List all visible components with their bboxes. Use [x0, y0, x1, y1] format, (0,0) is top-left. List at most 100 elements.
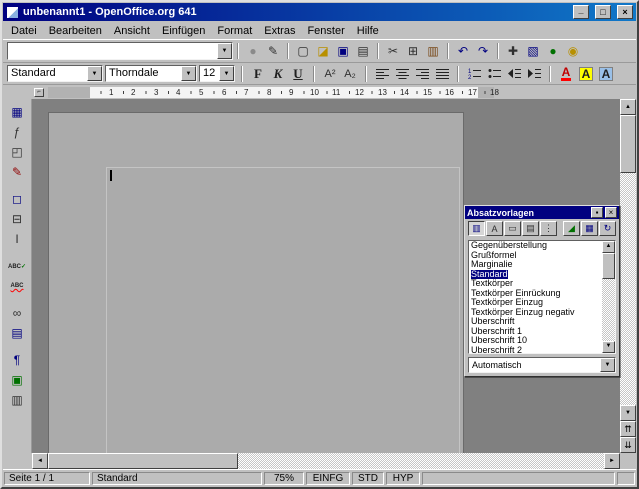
menu-item-einfuegen[interactable]: Einfügen — [156, 23, 211, 39]
horizontal-ruler[interactable]: 1 2 3 4 5 6 7 8 9 10 11 12 13 14 15 16 1… — [32, 86, 620, 99]
cut-button[interactable]: ✂ — [383, 41, 403, 61]
stop-button[interactable]: ● — [243, 41, 263, 61]
style-list-scrollbar[interactable]: ▲ ▼ — [602, 241, 615, 353]
style-filter-dropdown-button[interactable]: ▼ — [600, 358, 615, 372]
copy-button[interactable]: ⊞ — [403, 41, 423, 61]
paragraph-styles-button[interactable]: ▥ — [468, 221, 485, 236]
style-list-scroll-down-button[interactable]: ▼ — [602, 341, 615, 353]
horizontal-scrollbar[interactable]: ◄ ► — [32, 453, 620, 469]
vertical-scrollbar-thumb[interactable] — [620, 115, 636, 173]
style-list-scrollbar-thumb[interactable] — [602, 253, 615, 279]
draw-functions-button[interactable]: ✎ — [6, 162, 28, 182]
next-page-button[interactable]: ⇊ — [620, 437, 636, 453]
fill-format-mode-button[interactable]: ◢ — [563, 221, 580, 236]
paragraph-style-dropdown-button[interactable]: ▼ — [87, 66, 102, 81]
update-style-button[interactable]: ↻ — [599, 221, 616, 236]
direct-cursor-button[interactable]: I — [6, 229, 28, 249]
online-layout-button[interactable]: ▥ — [6, 390, 28, 410]
style-list-item[interactable]: Textkörper — [469, 279, 615, 289]
status-zoom[interactable]: 75% — [264, 472, 304, 485]
close-button[interactable]: × — [617, 5, 633, 19]
style-list-item[interactable]: Überschrift 10 — [469, 336, 615, 346]
numbering-styles-button[interactable]: ⋮ — [540, 221, 557, 236]
menu-item-ansicht[interactable]: Ansicht — [108, 23, 156, 39]
style-list-item[interactable]: Überschrift 1 — [469, 327, 615, 337]
hyperlink-bar-button[interactable]: ◉ — [563, 41, 583, 61]
undo-button[interactable]: ↶ — [453, 41, 473, 61]
graphics-onoff-button[interactable]: ▣ — [6, 370, 28, 390]
bold-button[interactable]: F — [249, 64, 267, 84]
style-filter-value[interactable]: Automatisch — [469, 358, 600, 372]
style-list-item[interactable]: Grußformel — [469, 251, 615, 261]
form-functions-button[interactable]: ◻ — [6, 189, 28, 209]
previous-page-button[interactable]: ⇈ — [620, 421, 636, 437]
autotext-button[interactable]: ⊟ — [6, 209, 28, 229]
style-list-item[interactable]: Textkörper Einzug negativ — [469, 308, 615, 318]
font-color-button[interactable]: A — [557, 64, 575, 84]
justify-button[interactable] — [433, 64, 451, 84]
save-document-button[interactable]: ▣ — [333, 41, 353, 61]
paragraph-style-value[interactable]: Standard — [8, 66, 87, 81]
paste-button[interactable]: ▥ — [423, 41, 443, 61]
horizontal-scrollbar-thumb[interactable] — [48, 453, 238, 469]
auto-spellcheck-button[interactable]: ABC — [6, 276, 28, 296]
redo-button[interactable]: ↷ — [473, 41, 493, 61]
stylist-close-button[interactable]: × — [605, 207, 617, 218]
subscript-button[interactable]: A₂ — [341, 64, 359, 84]
increase-indent-button[interactable] — [525, 64, 543, 84]
menu-item-extras[interactable]: Extras — [258, 23, 301, 39]
insert-object-button[interactable]: ◰ — [6, 142, 28, 162]
insert-button[interactable]: ▦ — [6, 102, 28, 122]
style-list-item[interactable]: Überschrift — [469, 317, 615, 327]
spellcheck-button[interactable]: ABC✓ — [6, 256, 28, 276]
scroll-down-button[interactable]: ▼ — [620, 405, 636, 421]
align-right-button[interactable] — [413, 64, 431, 84]
font-name-dropdown-button[interactable]: ▼ — [181, 66, 196, 81]
find-button[interactable]: ∞ — [6, 303, 28, 323]
style-list-item-selected[interactable]: Standard — [469, 270, 615, 280]
url-dropdown-button[interactable]: ▼ — [217, 43, 232, 59]
vertical-scrollbar[interactable]: ▲ ▼ ⇈ ⇊ — [620, 99, 636, 453]
style-list[interactable]: Gegenüberstellung Grußformel Marginalie … — [468, 240, 616, 354]
minimize-button[interactable]: _ — [573, 5, 589, 19]
navigator-button[interactable]: ✚ — [503, 41, 523, 61]
style-list-item[interactable]: Überschrift 2 — [469, 346, 615, 355]
style-list-item[interactable]: Textkörper Einrückung — [469, 289, 615, 299]
menu-item-bearbeiten[interactable]: Bearbeiten — [43, 23, 108, 39]
open-document-button[interactable]: ◪ — [313, 41, 333, 61]
page-styles-button[interactable]: ▤ — [522, 221, 539, 236]
status-page-style[interactable]: Standard — [92, 472, 262, 485]
frame-styles-button[interactable]: ▭ — [504, 221, 521, 236]
menu-item-fenster[interactable]: Fenster — [301, 23, 350, 39]
align-left-button[interactable] — [373, 64, 391, 84]
font-size-dropdown-button[interactable]: ▼ — [219, 66, 234, 81]
scroll-left-button[interactable]: ◄ — [32, 453, 48, 469]
stylist-title-bar[interactable]: Absatzvorlagen ▪ × — [465, 206, 619, 219]
new-document-button[interactable]: ▢ — [293, 41, 313, 61]
superscript-button[interactable]: A² — [321, 64, 339, 84]
status-insert-mode[interactable]: EINFG — [306, 472, 350, 485]
bullets-button[interactable] — [485, 64, 503, 84]
maximize-button[interactable]: □ — [595, 5, 611, 19]
insert-field-button[interactable]: ƒ — [6, 122, 28, 142]
print-document-button[interactable]: ▤ — [353, 41, 373, 61]
tab-type-selector[interactable]: ⌐ — [34, 88, 44, 97]
highlighting-button[interactable]: A — [577, 64, 595, 84]
decrease-indent-button[interactable] — [505, 64, 523, 84]
font-name-value[interactable]: Thorndale — [106, 66, 181, 81]
font-size-value[interactable]: 12 — [200, 66, 219, 81]
character-styles-button[interactable]: A — [486, 221, 503, 236]
document-page[interactable] — [48, 112, 464, 453]
menu-item-datei[interactable]: Datei — [5, 23, 43, 39]
data-sources-button[interactable]: ▤ — [6, 323, 28, 343]
align-center-button[interactable] — [393, 64, 411, 84]
stylist-button[interactable]: ▧ — [523, 41, 543, 61]
style-list-scroll-up-button[interactable]: ▲ — [602, 241, 615, 253]
status-hyperlink-mode[interactable]: HYP — [386, 472, 420, 485]
edit-file-button[interactable]: ✎ — [263, 41, 283, 61]
char-background-button[interactable]: A — [597, 64, 615, 84]
stylist-dock-button[interactable]: ▪ — [591, 207, 603, 218]
new-style-from-selection-button[interactable]: ▦ — [581, 221, 598, 236]
style-list-item[interactable]: Textkörper Einzug — [469, 298, 615, 308]
status-selection-mode[interactable]: STD — [352, 472, 384, 485]
